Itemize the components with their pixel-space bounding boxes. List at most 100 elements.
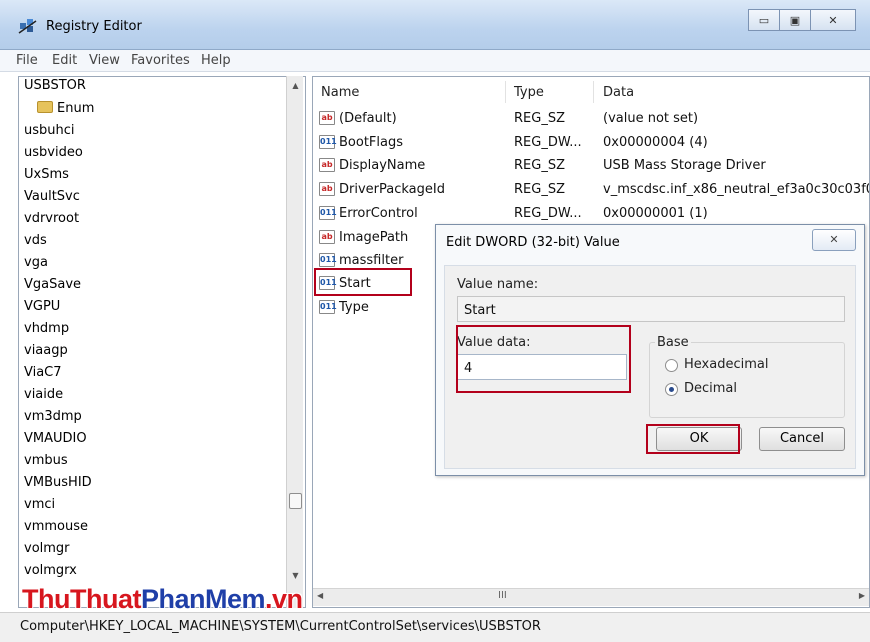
value-type: REG_SZ xyxy=(514,158,565,173)
highlight-box-start xyxy=(314,268,412,296)
value-data: 0x00000001 (1) xyxy=(603,206,708,221)
value-name-field: Start xyxy=(457,296,845,322)
tree-item[interactable]: VMBusHID xyxy=(24,475,92,490)
tree-item-enum[interactable]: Enum xyxy=(37,101,94,116)
decimal-radio[interactable] xyxy=(665,383,678,396)
watermark-part: ThuThuat xyxy=(22,584,141,614)
binary-value-icon: 011 xyxy=(319,253,337,267)
close-button[interactable]: ✕ xyxy=(810,9,856,31)
tree-item-usbstor[interactable]: USBSTOR xyxy=(24,78,86,93)
string-value-icon: ab xyxy=(319,230,335,244)
value-name-label: Value name: xyxy=(457,277,539,292)
watermark-part: PhanMem xyxy=(140,584,266,614)
scroll-right-arrow-icon[interactable]: ▶ xyxy=(859,591,865,600)
registry-editor-icon xyxy=(18,19,37,34)
value-name: massfilter xyxy=(339,253,404,268)
tree-item[interactable]: usbvideo xyxy=(24,145,83,160)
value-name: DisplayName xyxy=(339,158,426,173)
tree-item[interactable]: VMAUDIO xyxy=(24,431,87,446)
hexadecimal-radio[interactable] xyxy=(665,359,678,372)
tree-item[interactable]: vdrvroot xyxy=(24,211,79,226)
tree-item[interactable]: vm3dmp xyxy=(24,409,82,424)
highlight-box-value-data xyxy=(456,325,631,393)
binary-value-icon: 011 xyxy=(319,206,337,220)
scroll-left-arrow-icon[interactable]: ◀ xyxy=(317,591,323,600)
folder-icon xyxy=(37,101,53,113)
table-row[interactable]: 011 ErrorControl REG_DW... 0x00000001 (1… xyxy=(319,205,869,225)
scroll-down-arrow-icon[interactable]: ▼ xyxy=(287,568,304,584)
tree-item-label: Enum xyxy=(57,101,95,116)
value-data: v_mscdsc.inf_x86_neutral_ef3a0c30c03f02 xyxy=(603,182,870,197)
value-data: USB Mass Storage Driver xyxy=(603,158,766,173)
binary-value-icon: 011 xyxy=(319,135,337,149)
hexadecimal-label[interactable]: Hexadecimal xyxy=(684,357,768,372)
tree-item[interactable]: VGPU xyxy=(24,299,60,314)
tree-item[interactable]: viaagp xyxy=(24,343,68,358)
window-controls: ▭ ▣ ✕ xyxy=(748,9,856,31)
string-value-icon: ab xyxy=(319,158,335,172)
decimal-label[interactable]: Decimal xyxy=(684,381,737,396)
tree-item[interactable]: usbuhci xyxy=(24,123,75,138)
tree-item[interactable]: volmgr xyxy=(24,541,70,556)
column-header-name[interactable]: Name xyxy=(321,85,359,100)
title-bar: Registry Editor ▭ ▣ ✕ xyxy=(0,0,870,50)
menu-view[interactable]: View xyxy=(89,53,120,68)
column-separator[interactable] xyxy=(593,81,594,103)
value-type: REG_SZ xyxy=(514,111,565,126)
dialog-close-button[interactable]: ✕ xyxy=(812,229,856,251)
tree-item[interactable]: VgaSave xyxy=(24,277,81,292)
highlight-box-ok xyxy=(646,424,740,454)
value-name: (Default) xyxy=(339,111,397,126)
value-name: Type xyxy=(339,300,369,315)
tree-vertical-scrollbar[interactable]: ▲ ▼ xyxy=(286,76,303,608)
tree-item[interactable]: vga xyxy=(24,255,48,270)
table-row[interactable]: ab DriverPackageId REG_SZ v_mscdsc.inf_x… xyxy=(319,181,870,201)
dialog-title: Edit DWORD (32-bit) Value xyxy=(446,235,620,250)
string-value-icon: ab xyxy=(319,182,335,196)
table-row[interactable]: ab (Default) REG_SZ (value not set) xyxy=(319,110,869,130)
tree-item[interactable]: vmci xyxy=(24,497,55,512)
value-data: (value not set) xyxy=(603,111,699,126)
scroll-grip[interactable]: III xyxy=(498,590,507,601)
tree-item[interactable]: UxSms xyxy=(24,167,69,182)
base-group xyxy=(649,342,845,418)
registry-key-tree[interactable]: USBSTOR Enum usbuhci usbvideo UxSms Vaul… xyxy=(18,76,306,608)
status-path: Computer\HKEY_LOCAL_MACHINE\SYSTEM\Curre… xyxy=(20,619,541,634)
window-title: Registry Editor xyxy=(46,19,142,34)
column-header-type[interactable]: Type xyxy=(514,85,544,100)
menu-file[interactable]: File xyxy=(16,53,38,68)
maximize-button[interactable]: ▣ xyxy=(779,9,811,31)
table-row[interactable]: ab DisplayName REG_SZ USB Mass Storage D… xyxy=(319,157,869,177)
table-row[interactable]: 011 BootFlags REG_DW... 0x00000004 (4) xyxy=(319,134,869,154)
tree-item[interactable]: vmmouse xyxy=(24,519,88,534)
scroll-thumb[interactable] xyxy=(289,493,302,509)
cancel-button[interactable]: Cancel xyxy=(759,427,845,451)
base-label: Base xyxy=(655,335,691,350)
tree-item[interactable]: viaide xyxy=(24,387,63,402)
tree-item[interactable]: vhdmp xyxy=(24,321,69,336)
value-name: ErrorControl xyxy=(339,206,418,221)
watermark-part: .vn xyxy=(265,584,303,614)
menu-edit[interactable]: Edit xyxy=(52,53,77,68)
tree-item[interactable]: vds xyxy=(24,233,47,248)
value-type: REG_DW... xyxy=(514,135,582,150)
minimize-button[interactable]: ▭ xyxy=(748,9,780,31)
value-type: REG_SZ xyxy=(514,182,565,197)
value-name: BootFlags xyxy=(339,135,404,150)
column-header-data[interactable]: Data xyxy=(603,85,634,100)
column-separator[interactable] xyxy=(505,81,506,103)
menu-bar: File Edit View Favorites Help xyxy=(0,50,870,72)
string-value-icon: ab xyxy=(319,111,335,125)
binary-value-icon: 011 xyxy=(319,300,337,314)
menu-favorites[interactable]: Favorites xyxy=(131,53,190,68)
tree-item[interactable]: volmgrx xyxy=(24,563,77,578)
scroll-up-arrow-icon[interactable]: ▲ xyxy=(287,78,304,94)
tree-item[interactable]: vmbus xyxy=(24,453,68,468)
list-horizontal-scrollbar[interactable]: ◀ III ▶ xyxy=(313,588,869,606)
value-name: ImagePath xyxy=(339,230,409,245)
menu-help[interactable]: Help xyxy=(201,53,231,68)
watermark-logo: ThuThuatPhanMem.vn xyxy=(22,584,303,615)
tree-item[interactable]: ViaC7 xyxy=(24,365,62,380)
tree-item[interactable]: VaultSvc xyxy=(24,189,80,204)
status-bar: Computer\HKEY_LOCAL_MACHINE\SYSTEM\Curre… xyxy=(0,612,870,642)
